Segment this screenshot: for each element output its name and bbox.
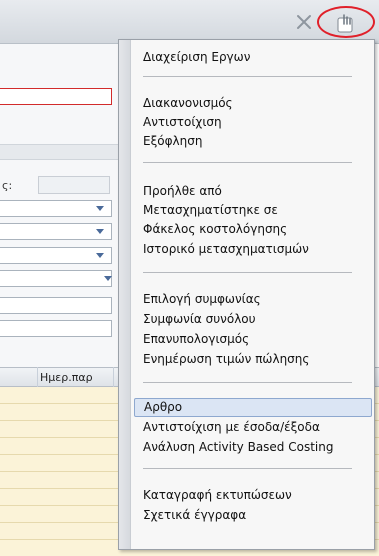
menu-item-originated-from[interactable]: Προήλθε από	[134, 182, 372, 201]
menu-item-matching[interactable]: Αντιστοίχιση	[134, 113, 372, 132]
menu-separator	[143, 382, 352, 383]
dropdown-field[interactable]	[0, 270, 112, 287]
menu-item-transformation-history[interactable]: Ιστορικό μετασχηματισμών	[134, 240, 372, 259]
menu-item-article[interactable]: Αρθρο	[134, 398, 372, 417]
grid-column-header[interactable]: Ημερ.παρ	[40, 371, 93, 384]
menu-item-income-expense-matching[interactable]: Αντιστοίχιση με έσοδα/έξοδα	[134, 418, 372, 437]
dropdown-arrow-icon[interactable]	[96, 206, 104, 211]
menu-item-transformed-into[interactable]: Μετασχηματίστηκε σε	[134, 201, 372, 220]
context-menu: Διαχείριση Εργων Διακανονισμός Αντιστοίχ…	[118, 39, 375, 550]
dropdown-arrow-icon[interactable]	[104, 276, 112, 281]
form-field[interactable]	[38, 176, 110, 194]
menu-item-total-agreement[interactable]: Συμφωνία συνόλου	[134, 310, 372, 329]
close-x-icon[interactable]	[296, 14, 312, 30]
required-field[interactable]	[0, 88, 112, 105]
text-field[interactable]	[0, 320, 112, 337]
dropdown-arrow-icon[interactable]	[96, 229, 104, 234]
menu-separator	[143, 468, 352, 469]
menu-item-related-documents[interactable]: Σχετικά έγγραφα	[134, 506, 372, 525]
menu-item-payoff[interactable]: Εξόφληση	[134, 132, 372, 151]
menu-item-recalculation[interactable]: Επανυπολογισμός	[134, 330, 372, 349]
text-field[interactable]	[0, 297, 112, 314]
menu-item-select-agreement[interactable]: Επιλογή συμφωνίας	[134, 290, 372, 309]
menu-item-project-management[interactable]: Διαχείριση Εργων	[134, 48, 372, 67]
field-label: ς:	[2, 179, 13, 192]
menu-gutter	[119, 40, 131, 549]
menu-separator	[143, 76, 352, 77]
form-strip	[0, 144, 120, 160]
menu-item-abc-analysis[interactable]: Ανάλυση Activity Based Costing	[134, 438, 372, 457]
app-window: ς: Ημερ.παρ Διαχείριση Εργων Διακανονισμ…	[0, 0, 379, 556]
red-annotation-circle	[317, 6, 375, 38]
menu-item-costing-folder[interactable]: Φάκελος κοστολόγησης	[134, 220, 372, 239]
menu-separator	[143, 162, 352, 163]
menu-item-settlement[interactable]: Διακανονισμός	[134, 94, 372, 113]
menu-item-print-log[interactable]: Καταγραφή εκτυπώσεων	[134, 486, 372, 505]
dropdown-arrow-icon[interactable]	[96, 253, 104, 258]
menu-separator	[143, 272, 352, 273]
top-toolbar	[0, 0, 379, 44]
menu-item-update-sale-prices[interactable]: Ενημέρωση τιμών πώλησης	[134, 350, 372, 369]
